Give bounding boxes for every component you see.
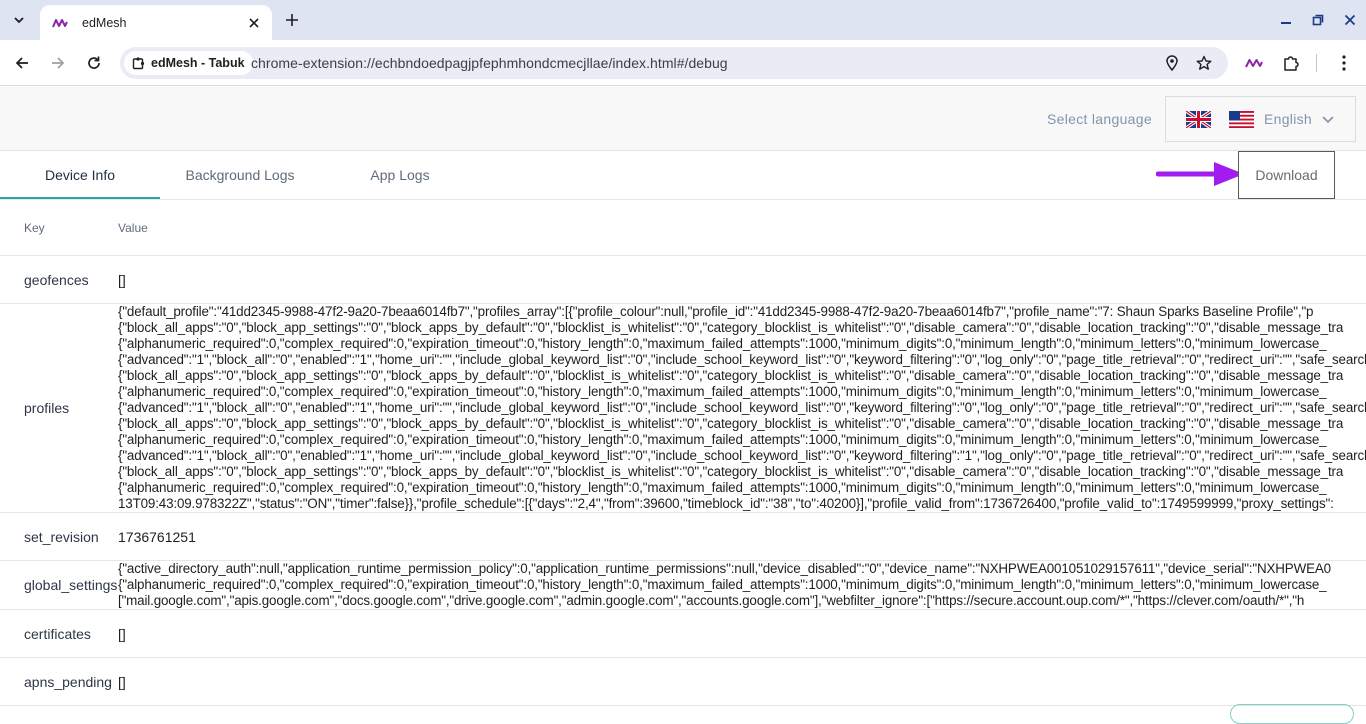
uk-flag-icon [1186,111,1211,128]
reload-icon [88,56,100,69]
value-line: {"alphanumeric_required":0,"complex_requ… [118,384,1327,399]
bookmark-button[interactable] [1194,53,1214,73]
browser-toolbar: edMesh - Tabuk chrome-extension://echbnd… [0,40,1366,86]
more-vert-icon [1342,55,1346,71]
row-key: certificates [24,626,91,642]
arrow-right-icon [1156,162,1244,186]
location-button[interactable] [1162,53,1182,73]
forward-button[interactable] [46,51,70,75]
select-language-label: Select language [1047,111,1152,127]
tab-app-logs[interactable]: App Logs [320,151,480,199]
us-flag-icon [1229,111,1254,128]
value-line: 13T09:43:09.978322Z","status":"ON","time… [118,496,1334,511]
table-row: set_revision 1736761251 [0,513,1366,561]
extensions-button[interactable] [1281,53,1301,73]
device-info-table: Key Value geofences [] profiles {"defaul… [0,200,1366,720]
value-line: {"block_all_apps":"0","block_app_setting… [118,320,1344,335]
value-line: {"alphanumeric_required":0,"complex_requ… [118,480,1327,495]
value-line: {"advanced":"1","block_all":"0","enabled… [118,448,1366,463]
site-chip-label: edMesh - Tabuk [151,56,245,70]
arrow-right-icon [52,57,65,69]
tab-device-info[interactable]: Device Info [0,151,160,199]
extension-icon [132,57,145,70]
reload-button[interactable] [82,51,106,75]
row-value: [] [118,272,126,288]
minimize-icon [1281,22,1291,24]
edmesh-logo-icon [1245,59,1263,68]
download-button[interactable]: Download [1238,151,1335,199]
value-line: {"advanced":"1","block_all":"0","enabled… [118,400,1366,415]
row-value: {"default_profile":"41dd2345-9988-47f2-9… [118,304,1366,512]
browser-tab[interactable]: edMesh [40,5,272,40]
browser-menu-button[interactable] [1334,53,1354,73]
row-key: apns_pending [24,674,112,690]
value-line: {"block_all_apps":"0","block_app_setting… [118,464,1344,479]
star-icon [1196,55,1212,70]
site-info-chip[interactable]: edMesh - Tabuk [124,51,253,75]
arrow-left-icon [15,57,28,69]
row-key: profiles [24,400,70,416]
address-bar[interactable]: edMesh - Tabuk chrome-extension://echbnd… [120,47,1228,79]
row-key: global_settings [24,577,118,593]
table-row: apns_pending [] [0,658,1366,706]
location-pin-icon [1166,55,1178,71]
row-value: {"active_directory_auth":null,"applicati… [118,561,1331,609]
edmesh-logo-icon [52,18,68,27]
app-header: Select language English [0,87,1366,151]
value-line: {"block_all_apps":"0","block_app_setting… [118,416,1344,431]
row-key: geofences [24,272,89,288]
close-window-button[interactable] [1340,10,1360,30]
active-tab-indicator [0,197,160,199]
plus-icon [286,14,298,26]
value-line: {"alphanumeric_required":0,"complex_requ… [118,577,1327,592]
table-header: Key Value [0,200,1366,256]
value-line: {"advanced":"1","block_all":"0","enabled… [118,352,1366,367]
value-line: {"active_directory_auth":null,"applicati… [118,561,1331,576]
tab-background-logs[interactable]: Background Logs [160,151,320,199]
new-tab-button[interactable] [282,10,302,30]
table-row: geofences [] [0,256,1366,304]
close-icon [1344,14,1356,26]
row-value: 1736761251 [118,529,196,545]
back-button[interactable] [10,51,34,75]
chevron-down-icon [1322,116,1334,124]
table-row: profiles {"default_profile":"41dd2345-99… [0,304,1366,513]
value-line: {"block_all_apps":"0","block_app_setting… [118,368,1344,383]
maximize-button[interactable] [1308,10,1328,30]
value-line: {"alphanumeric_required":0,"complex_requ… [118,432,1327,447]
value-line: ["mail.google.com","apis.google.com","do… [118,593,1305,608]
language-value: English [1264,111,1313,127]
column-header-key: Key [24,221,45,235]
row-key: set_revision [24,529,99,545]
toolbar-divider [1316,54,1317,72]
column-header-value: Value [118,221,148,235]
close-tab-button[interactable] [246,15,262,31]
restore-icon [1312,14,1324,26]
tab-title: edMesh [82,15,127,30]
row-value: [] [118,626,126,642]
edmesh-extension-button[interactable] [1244,53,1264,73]
close-icon [249,17,259,28]
chevron-down-icon [14,17,24,24]
minimize-button[interactable] [1276,10,1296,30]
puzzle-icon [1284,56,1299,71]
floating-button[interactable] [1230,704,1354,724]
table-row: global_settings {"active_directory_auth"… [0,561,1366,610]
tab-search-button[interactable] [6,7,32,33]
value-line: {"alphanumeric_required":0,"complex_requ… [118,336,1327,351]
value-line: {"default_profile":"41dd2345-9988-47f2-9… [118,304,1314,319]
row-value: [] [118,674,126,690]
url-text[interactable]: chrome-extension://echbndoedpagjpfephmho… [251,55,728,71]
table-row: certificates [] [0,610,1366,658]
language-dropdown[interactable]: English [1165,96,1356,142]
browser-tabstrip: edMesh [0,0,1366,40]
